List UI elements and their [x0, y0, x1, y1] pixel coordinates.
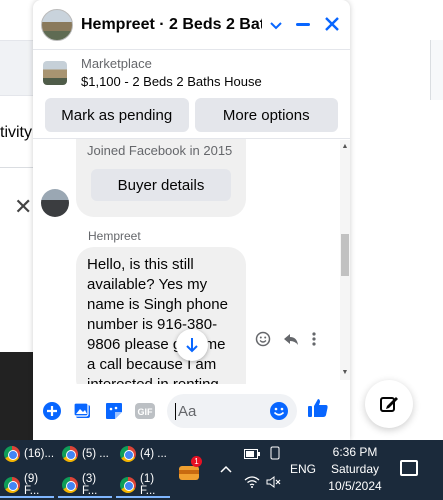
compose-icon	[380, 397, 398, 412]
taskbar-item-label: (16)...	[24, 448, 55, 460]
chrome-icon	[62, 446, 78, 462]
battery-icon[interactable]	[244, 448, 260, 462]
listing-label: Marketplace	[81, 56, 152, 71]
photo-button[interactable]	[72, 400, 94, 422]
taskbar-chrome-window[interactable]: (5) ...	[58, 442, 112, 466]
chrome-icon	[120, 477, 136, 493]
message-composer: GIF Aa	[33, 386, 350, 436]
taskbar-item-label: (5) ...	[82, 448, 109, 460]
taskbar-chrome-window[interactable]: (9) F...	[0, 473, 54, 498]
minimize-icon	[296, 23, 311, 26]
taskbar-chrome-window[interactable]: (1) F...	[116, 473, 170, 498]
background-close-icon[interactable]: ✕	[14, 194, 32, 220]
chat-title[interactable]: Hempreet · 2 Beds 2 Baths	[81, 16, 262, 34]
volume-muted-icon[interactable]	[266, 476, 282, 491]
buyer-details-button[interactable]: Buyer details	[91, 169, 231, 201]
chrome-icon	[120, 446, 136, 462]
taskbar-clock[interactable]: 6:36 PM Saturday 10/5/2024	[325, 444, 385, 495]
chrome-icon	[4, 477, 20, 493]
chat-header[interactable]: Hempreet · 2 Beds 2 Baths	[33, 0, 350, 50]
clock-day: Saturday	[330, 462, 380, 476]
gif-icon: GIF	[135, 403, 155, 419]
mark-pending-button[interactable]: Mark as pending	[45, 98, 189, 132]
add-button[interactable]	[41, 400, 63, 422]
joined-text: Joined Facebook in 2015	[87, 143, 233, 158]
taskbar-item-label: (9) F...	[24, 473, 40, 497]
thumbs-up-icon	[308, 399, 328, 417]
new-message-button[interactable]	[365, 380, 413, 428]
message-bubble[interactable]: Hello, is this still available? Yes my n…	[76, 247, 246, 384]
image-icon	[73, 402, 90, 418]
contact-avatar[interactable]	[41, 8, 73, 41]
sticker-icon	[106, 403, 122, 419]
chevron-down-icon[interactable]	[266, 17, 285, 33]
chat-window: Hempreet · 2 Beds 2 Baths Marketplace $1…	[33, 0, 350, 440]
taskbar-chrome-window[interactable]: (4) ...	[116, 442, 170, 466]
background-right-card	[430, 40, 443, 100]
taskbar-item-label: (3) F...	[82, 473, 98, 497]
listing-thumbnail	[43, 61, 67, 85]
close-icon	[325, 16, 340, 31]
close-button[interactable]	[321, 13, 344, 37]
scroll-down-arrow-icon[interactable]: ▼	[341, 369, 349, 377]
chevron-up-icon	[220, 465, 232, 473]
profile-card: Joined Facebook in 2015 Buyer details	[76, 139, 246, 217]
taskbar-app-button[interactable]: 1	[177, 454, 203, 484]
taskbar-chrome-window[interactable]: (3) F...	[58, 473, 112, 498]
like-button[interactable]	[307, 398, 329, 424]
plus-circle-icon	[43, 402, 61, 420]
more-vertical-icon[interactable]	[311, 331, 317, 347]
listing-title: $1,100 - 2 Beds 2 Baths House	[81, 74, 262, 89]
scroll-down-button[interactable]	[176, 329, 208, 361]
message-tools	[255, 331, 317, 347]
react-emoji-icon[interactable]	[255, 331, 271, 347]
background-activity-text: tivity	[0, 124, 32, 141]
scrollbar-thumb[interactable]	[341, 234, 349, 276]
sender-avatar[interactable]	[41, 189, 69, 217]
language-indicator[interactable]: ENG	[290, 462, 316, 476]
reply-icon[interactable]	[283, 331, 299, 347]
scroll-up-arrow-icon[interactable]: ▲	[341, 143, 349, 151]
clock-date: 10/5/2024	[328, 479, 382, 493]
svg-text:GIF: GIF	[138, 407, 154, 417]
chrome-icon	[4, 446, 20, 462]
clock-time: 6:36 PM	[332, 445, 378, 459]
wifi-icon[interactable]	[244, 476, 260, 491]
more-options-button[interactable]: More options	[194, 98, 338, 132]
message-list[interactable]: Joined Facebook in 2015 Buyer details He…	[33, 138, 350, 384]
sender-name: Hempreet	[88, 229, 141, 243]
phone-link-icon[interactable]	[268, 446, 282, 463]
chrome-icon	[62, 477, 78, 493]
notification-badge: 1	[191, 456, 202, 467]
gif-button[interactable]: GIF	[134, 400, 156, 422]
arrow-down-icon	[186, 338, 198, 353]
listing-summary[interactable]: Marketplace $1,100 - 2 Beds 2 Baths Hous…	[33, 50, 350, 96]
message-input-placeholder: Aa	[175, 402, 269, 420]
taskbar-item-label: (1) F...	[140, 473, 156, 497]
show-hidden-icons-button[interactable]	[220, 462, 232, 476]
message-input[interactable]: Aa	[167, 394, 297, 428]
notification-center-icon[interactable]	[400, 460, 418, 476]
listing-actions: Mark as pending More options	[33, 96, 350, 136]
taskbar-item-label: (4) ...	[140, 448, 167, 460]
minimize-button[interactable]	[292, 13, 315, 37]
taskbar-chrome-window[interactable]: (16)...	[0, 442, 54, 466]
sticker-button[interactable]	[103, 400, 125, 422]
emoji-icon[interactable]	[269, 401, 289, 421]
